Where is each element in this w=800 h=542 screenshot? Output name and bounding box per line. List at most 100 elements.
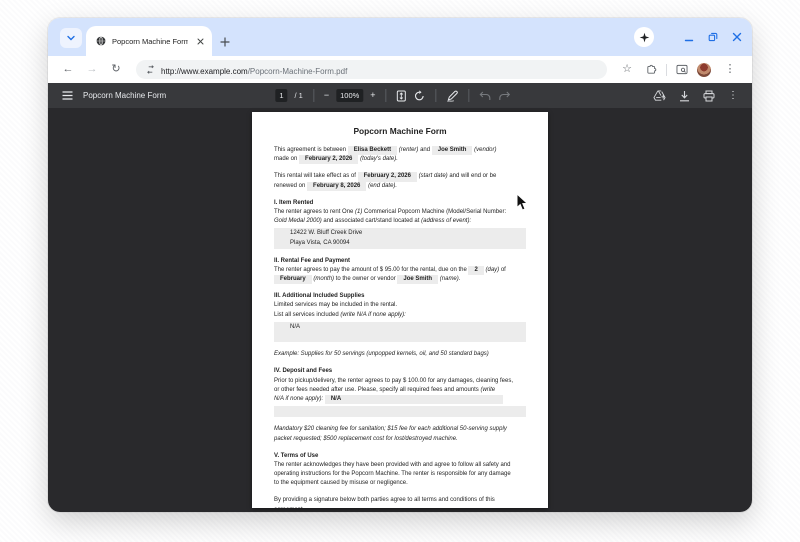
save-to-drive-icon[interactable]: [653, 90, 666, 102]
pdf-page: Popcorn Machine Form This agreement is be…: [252, 112, 548, 508]
browser-menu-icon[interactable]: ⋮: [720, 64, 740, 75]
doc-line: IV. Deposit and Fees: [274, 367, 526, 376]
form-field-value[interactable]: Elisa Beckett: [348, 146, 397, 155]
active-tab[interactable]: Popcorn Machine Form.pdf: [86, 26, 212, 56]
doc-block-title: Popcorn Machine Form: [274, 125, 526, 137]
form-field-value[interactable]: February: [274, 275, 312, 284]
pdf-document-title: Popcorn Machine Form: [83, 91, 166, 100]
doc-text: (write: [480, 387, 495, 393]
redo-icon[interactable]: [499, 91, 511, 101]
form-field-value[interactable]: February 2, 2026: [358, 172, 417, 181]
desktop-background: Popcorn Machine Form.pdf: [0, 0, 800, 542]
doc-text: [290, 333, 292, 339]
form-field-value[interactable]: February 8, 2026: [307, 182, 366, 191]
print-icon[interactable]: [703, 90, 715, 102]
doc-block-fieldblock: [274, 406, 526, 417]
doc-block-para: III. Additional Included SuppliesLimited…: [274, 292, 526, 320]
doc-text: Prior to pickup/delivery, the renter agr…: [274, 378, 513, 384]
doc-line: packet requested; $500 replacement cost …: [274, 435, 526, 444]
form-field-value[interactable]: Joe Smith: [432, 146, 473, 155]
doc-line: This agreement is between Elisa Beckett …: [274, 146, 526, 155]
document-content: Popcorn Machine Form This agreement is be…: [274, 125, 526, 508]
doc-line: 12422 W. Bluff Creek Drive: [290, 229, 522, 238]
doc-line: operating instructions for the Popcorn M…: [274, 470, 526, 479]
doc-block-fieldblock: 12422 W. Bluff Creek Drive Playa Vista, C…: [274, 228, 526, 248]
undo-icon[interactable]: [480, 91, 492, 101]
doc-line: Playa Vista, CA 90094: [290, 239, 522, 248]
doc-text: I. Item Rented: [274, 200, 313, 206]
window-minimize-button[interactable]: [684, 32, 694, 42]
doc-block-para: V. Terms of UseThe renter acknowledges t…: [274, 452, 526, 489]
doc-text: and associated cart/stand located at: [322, 218, 421, 224]
doc-text: (end date).: [368, 183, 397, 189]
doc-text: IV. Deposit and Fees: [274, 368, 332, 374]
doc-text: (today's date).: [360, 156, 398, 162]
toolbar-divider: [666, 64, 667, 76]
reload-button[interactable]: ↻: [106, 64, 126, 75]
tab-search-button[interactable]: [60, 28, 82, 48]
doc-line: Prior to pickup/delivery, the renter agr…: [274, 377, 526, 386]
doc-line: Limited services may be included in the …: [274, 301, 526, 310]
profile-avatar[interactable]: [697, 63, 711, 77]
titlebar-controls: [634, 18, 742, 56]
back-button[interactable]: ←: [58, 64, 78, 75]
form-field-value[interactable]: N/A: [325, 395, 503, 404]
url-text: http://www.example.com/Popcorn-Machine-F…: [161, 61, 347, 79]
doc-text: The renter agrees to pay the amount of $…: [274, 267, 468, 273]
menu-hamburger-icon[interactable]: [62, 91, 73, 100]
pdf-action-buttons: ⋮: [653, 90, 738, 102]
page-number-input[interactable]: 1: [275, 89, 287, 102]
url-path: /Popcorn-Machine-Form.pdf: [248, 67, 348, 76]
doc-line: II. Rental Fee and Payment: [274, 257, 526, 266]
doc-text: [290, 408, 292, 414]
doc-text: renewed on: [274, 183, 307, 189]
doc-text: (write N/A if none apply):: [340, 312, 405, 318]
pdf-toolbar: Popcorn Machine Form 1 / 1 − 100% +: [48, 83, 752, 108]
form-field-value[interactable]: Joe Smith: [397, 275, 438, 284]
pdf-viewer[interactable]: Popcorn Machine Form This agreement is be…: [48, 108, 752, 512]
doc-text: Gold Medal 2000): [274, 218, 322, 224]
address-bar[interactable]: http://www.example.com/Popcorn-Machine-F…: [136, 60, 607, 79]
doc-line: Popcorn Machine Form: [274, 125, 526, 137]
zoom-level-input[interactable]: 100%: [336, 89, 363, 102]
navigation-toolbar: ← → ↻ http://www.example.com/Popcorn-Mac…: [48, 56, 752, 83]
doc-text: Limited services may be included in the …: [274, 302, 397, 308]
sparkle-icon[interactable]: [634, 27, 654, 47]
zoom-in-button[interactable]: +: [370, 91, 375, 100]
doc-block-fieldblock: N/A: [274, 322, 526, 342]
annotate-pen-icon[interactable]: [447, 90, 459, 102]
doc-text: agreement.: [274, 507, 304, 508]
forward-button[interactable]: →: [82, 64, 102, 75]
rotate-icon[interactable]: [414, 90, 426, 102]
doc-text: List all services included: [274, 312, 340, 318]
window-close-button[interactable]: [732, 32, 742, 42]
doc-text: Mandatory $20 cleaning fee for sanitatio…: [274, 426, 507, 432]
doc-text: 12422 W. Bluff Creek Drive: [290, 230, 362, 236]
doc-line: Gold Medal 2000) and associated cart/sta…: [274, 217, 526, 226]
extensions-icon[interactable]: [646, 64, 657, 75]
doc-text: Popcorn Machine Form: [353, 126, 446, 136]
form-field-value[interactable]: 2: [468, 266, 483, 275]
search-tabs-icon[interactable]: [676, 64, 688, 75]
doc-text: This agreement is between: [274, 147, 348, 153]
page-count-label: / 1: [294, 91, 302, 100]
toolbar-divider: [436, 89, 437, 102]
pdf-menu-icon[interactable]: ⋮: [728, 91, 738, 101]
doc-line: The renter acknowledges they have been p…: [274, 461, 526, 470]
doc-line: made on February 2, 2026 (today's date).: [274, 155, 526, 164]
doc-text: The renter acknowledges they have been p…: [274, 462, 510, 468]
form-field-value[interactable]: February 2, 2026: [299, 155, 358, 164]
window-restore-button[interactable]: [708, 32, 718, 42]
download-icon[interactable]: [679, 90, 690, 102]
doc-block-para: By providing a signature below both part…: [274, 496, 526, 508]
minimize-icon: [684, 32, 694, 42]
doc-line: N/A: [290, 323, 522, 332]
bookmark-star-icon[interactable]: ☆: [617, 64, 637, 75]
tab-strip: Popcorn Machine Form.pdf: [48, 18, 752, 56]
fit-page-icon[interactable]: [397, 90, 407, 102]
new-tab-button[interactable]: [220, 37, 230, 47]
tab-close-icon[interactable]: [194, 35, 206, 47]
zoom-out-button[interactable]: −: [324, 91, 329, 100]
tab-title: Popcorn Machine Form.pdf: [112, 37, 188, 46]
doc-line: N/A if none apply): N/A: [274, 395, 526, 404]
